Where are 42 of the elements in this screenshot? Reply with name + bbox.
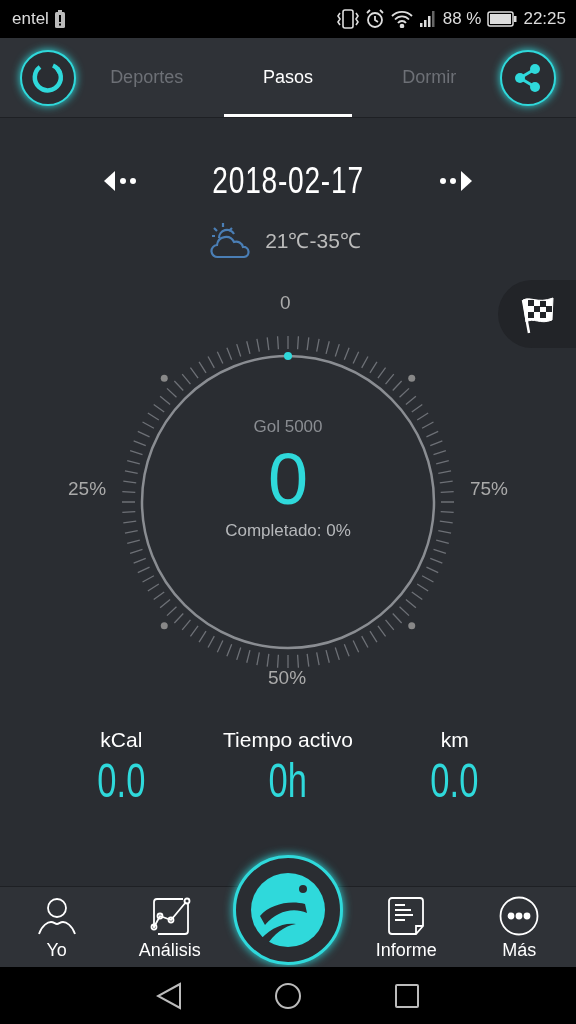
progress-marker — [284, 352, 292, 360]
nav-item[interactable]: Yo — [6, 896, 107, 967]
partly-cloudy-icon — [209, 220, 252, 260]
home-button[interactable] — [274, 981, 302, 1010]
stat-value: 0.0 — [97, 753, 146, 809]
scale-label: 50% — [268, 667, 307, 689]
temperature-range: 21℃-35℃ — [265, 228, 361, 254]
scale-label: 0 — [280, 292, 291, 314]
stat-label: Tiempo activo — [223, 728, 353, 752]
date-label: 2018-02-17 — [212, 160, 364, 202]
completion-label: Completado: 0% — [225, 521, 351, 541]
app-logo-button[interactable] — [232, 855, 343, 965]
recents-button[interactable] — [394, 982, 420, 1009]
stat-label: kCal — [100, 728, 143, 752]
stat-value: 0.0 — [430, 753, 479, 809]
vibrate-icon — [336, 9, 359, 29]
sync-button[interactable] — [20, 49, 76, 106]
tab[interactable]: Pasos — [224, 38, 352, 117]
scale-label: 25% — [68, 478, 107, 500]
signal-icon — [418, 10, 437, 28]
share-button[interactable] — [500, 49, 556, 106]
clock: 22:25 — [523, 9, 566, 29]
battery-icon — [487, 11, 518, 27]
person-icon — [36, 896, 77, 936]
alarm-icon — [364, 9, 385, 29]
nav-item[interactable]: Más — [469, 896, 570, 967]
stat-value: 0h — [268, 753, 308, 809]
step-count: 0 — [267, 438, 308, 521]
wifi-icon — [390, 10, 413, 28]
more-icon — [499, 896, 540, 936]
scale-label: 75% — [469, 478, 508, 500]
nav-item[interactable]: Análisis — [119, 896, 220, 967]
share-icon — [513, 62, 543, 93]
stat-label: km — [440, 728, 469, 752]
carrier-name: entel — [12, 9, 49, 29]
goal-flag-button[interactable] — [498, 280, 576, 348]
battery-alert-icon — [54, 10, 65, 28]
nav-item[interactable]: Informe — [356, 896, 457, 967]
document-icon — [386, 896, 427, 936]
battery-percent: 88 % — [442, 9, 482, 29]
back-button[interactable] — [156, 981, 182, 1010]
goal-label: Gol 5000 — [253, 417, 323, 437]
